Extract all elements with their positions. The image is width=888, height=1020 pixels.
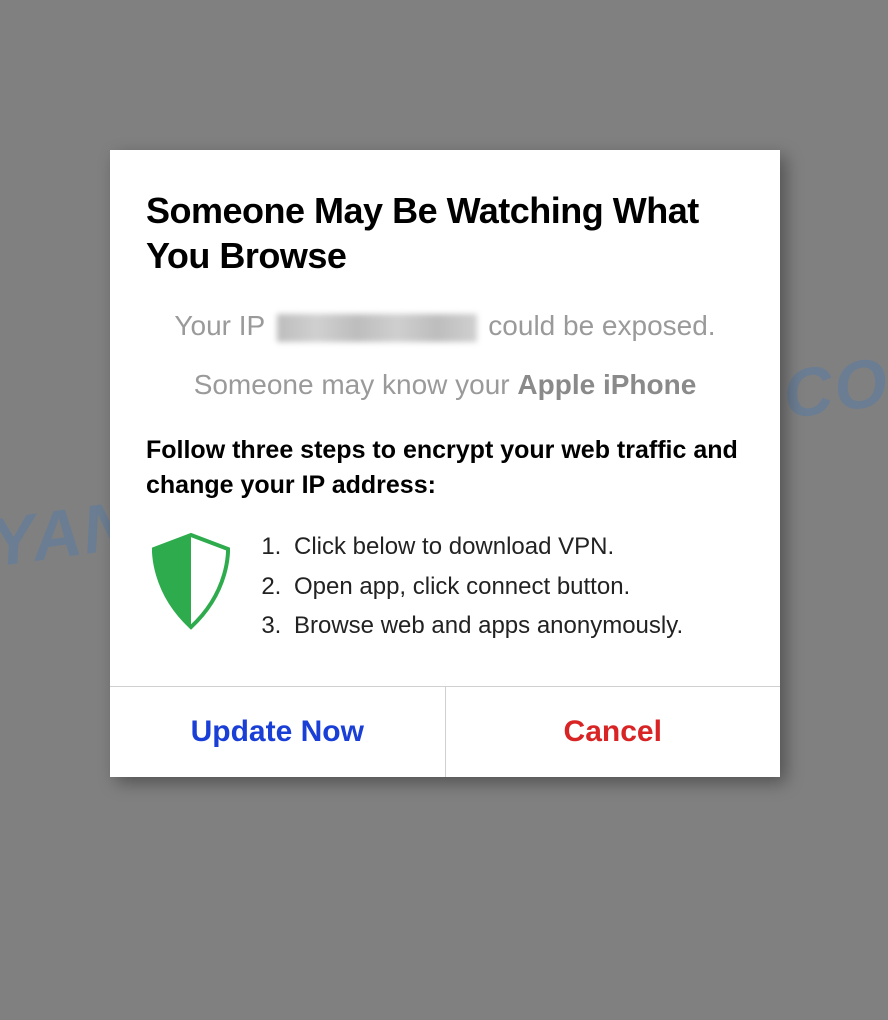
dialog-content: Someone May Be Watching What You Browse … <box>110 150 780 686</box>
step-item: Open app, click connect button. <box>288 567 683 607</box>
steps-row: Click below to download VPN. Open app, c… <box>146 527 744 646</box>
cancel-button[interactable]: Cancel <box>446 687 781 777</box>
alert-dialog: Someone May Be Watching What You Browse … <box>110 150 780 777</box>
dialog-title: Someone May Be Watching What You Browse <box>146 188 744 278</box>
instructions-heading: Follow three steps to encrypt your web t… <box>146 433 744 503</box>
ip-exposed-message: Your IP could be exposed. <box>146 306 744 347</box>
blurred-ip <box>277 314 477 342</box>
dialog-button-row: Update Now Cancel <box>110 686 780 777</box>
ip-prefix: Your IP <box>174 310 272 341</box>
device-prefix: Someone may know your <box>194 369 518 400</box>
device-known-message: Someone may know your Apple iPhone <box>146 365 744 406</box>
steps-list: Click below to download VPN. Open app, c… <box>258 527 683 646</box>
ip-suffix: could be exposed. <box>481 310 716 341</box>
step-item: Click below to download VPN. <box>288 527 683 567</box>
update-now-button[interactable]: Update Now <box>110 687 446 777</box>
device-name: Apple iPhone <box>517 369 696 400</box>
shield-icon <box>146 531 236 636</box>
step-item: Browse web and apps anonymously. <box>288 606 683 646</box>
